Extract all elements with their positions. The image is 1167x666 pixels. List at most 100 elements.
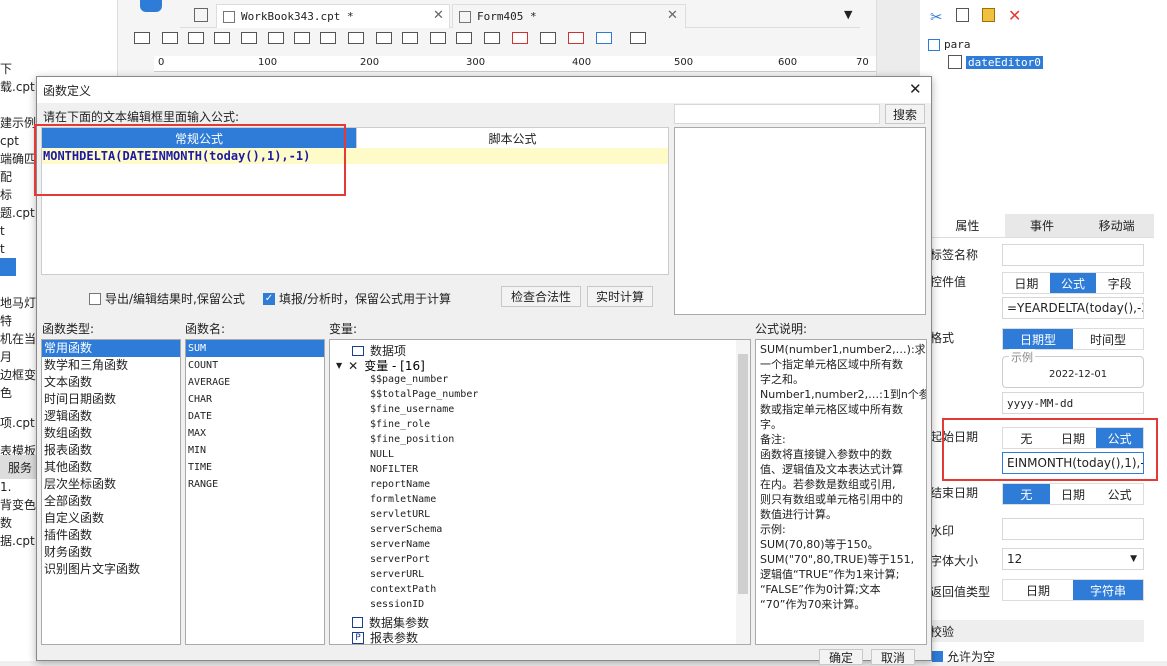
list-item[interactable]: RANGE [186, 476, 324, 493]
tree-leaf[interactable]: NULL [370, 447, 478, 462]
opt-field[interactable]: 字段 [1096, 273, 1143, 293]
tab-mobile[interactable]: 移动端 [1079, 214, 1155, 237]
paste-icon[interactable] [982, 8, 995, 22]
keep-formula-export-option[interactable]: 导出/编辑结果时,保留公式 [89, 290, 245, 307]
checkbox-icon[interactable] [89, 292, 101, 305]
keep-formula-fill-option[interactable]: ✓ 填报/分析时，保留公式用于计算 [263, 290, 451, 307]
left-file-item-selected[interactable] [0, 258, 16, 276]
chevron-down-icon[interactable]: ▼ [336, 361, 342, 370]
widget-icon[interactable] [484, 32, 500, 44]
date-format-field[interactable]: yyyy-MM-dd [1002, 392, 1144, 414]
cancel-button[interactable]: 取消 [871, 649, 915, 665]
realtime-calc-button[interactable]: 实时计算 [587, 286, 653, 307]
tree-leaf[interactable]: $fine_role [370, 417, 478, 432]
list-item[interactable]: 报表函数 [42, 442, 180, 459]
widget-icon[interactable] [188, 32, 204, 44]
widget-icon[interactable] [430, 32, 446, 44]
list-item[interactable]: 全部函数 [42, 493, 180, 510]
widget-icon[interactable] [241, 32, 257, 44]
left-file-item[interactable]: 边框变色 [0, 366, 40, 402]
left-file-item[interactable]: 下载.cpt [0, 60, 40, 96]
tree-leaf[interactable]: contextPath [370, 582, 478, 597]
list-item[interactable]: 数学和三角函数 [42, 357, 180, 374]
list-item[interactable]: DATE [186, 408, 324, 425]
list-item[interactable]: 财务函数 [42, 544, 180, 561]
tree-node-para[interactable]: para [928, 38, 1043, 51]
widget-icon[interactable] [348, 32, 364, 44]
close-icon[interactable]: ✕ [433, 8, 444, 23]
delete-icon[interactable]: ✕ [1008, 6, 1021, 25]
opt-none[interactable]: 无 [1003, 484, 1050, 504]
validate-section-header[interactable]: 校验 [930, 620, 1144, 642]
watermark-field[interactable] [1002, 518, 1144, 540]
left-file-item[interactable]: t [0, 240, 40, 258]
list-item[interactable]: AVERAGE [186, 374, 324, 391]
tab-workbook[interactable]: WorkBook343.cpt * ✕ [216, 4, 450, 28]
check-validity-button[interactable]: 检查合法性 [501, 286, 581, 307]
list-item[interactable]: SUM [186, 340, 324, 357]
tab-form[interactable]: Form405 * ✕ [452, 4, 686, 28]
list-item[interactable]: CHAR [186, 391, 324, 408]
widget-icon[interactable] [540, 32, 556, 44]
opt-date-type[interactable]: 日期型 [1003, 329, 1073, 349]
variable-scrollbar[interactable] [736, 340, 750, 644]
opt-formula[interactable]: 公式 [1096, 484, 1143, 504]
font-size-select[interactable]: 12 ▼ [1002, 548, 1144, 570]
widget-icon[interactable] [294, 32, 310, 44]
tree-leaf[interactable]: serverPort [370, 552, 478, 567]
left-file-item[interactable]: t [0, 222, 40, 240]
widget-icon[interactable] [456, 32, 472, 44]
widget-icon[interactable] [376, 32, 392, 44]
ok-button[interactable]: 确定 [819, 649, 863, 665]
close-icon[interactable]: ✕ [667, 8, 678, 23]
widget-icon[interactable] [162, 32, 178, 44]
tree-node-report-params[interactable]: P 报表参数 [352, 629, 418, 644]
list-item[interactable]: 自定义函数 [42, 510, 180, 527]
search-button[interactable]: 搜索 [885, 104, 925, 124]
tree-leaf[interactable]: serverURL [370, 567, 478, 582]
close-icon[interactable]: ✕ [909, 80, 922, 98]
control-value-switch[interactable]: 日期 公式 字段 [1002, 272, 1144, 294]
list-item[interactable]: 识别图片文字函数 [42, 561, 180, 578]
opt-date[interactable]: 日期 [1003, 580, 1073, 600]
list-item[interactable]: 层次坐标函数 [42, 476, 180, 493]
left-file-item[interactable]: 项.cpt [0, 414, 40, 432]
opt-date[interactable]: 日期 [1003, 273, 1050, 293]
opt-formula[interactable]: 公式 [1049, 273, 1097, 293]
widget-icon[interactable] [630, 32, 646, 44]
tree-leaf[interactable]: reportName [370, 477, 478, 492]
label-name-field[interactable] [1002, 244, 1144, 266]
left-file-item[interactable]: 地马灯特 [0, 294, 40, 330]
list-item[interactable]: 常用函数 [42, 340, 180, 357]
list-item[interactable]: TIME [186, 459, 324, 476]
search-input[interactable] [674, 104, 880, 124]
left-file-item[interactable]: 背变色. [0, 496, 40, 514]
copy-icon[interactable] [956, 8, 969, 22]
list-item[interactable]: MIN [186, 442, 324, 459]
left-file-item[interactable]: 机在当月 [0, 330, 40, 366]
return-type-switch[interactable]: 日期 字符串 [1002, 579, 1144, 601]
server-tab[interactable]: 服务 [0, 455, 40, 479]
tab-script-formula[interactable]: 脚本公式 [356, 128, 668, 148]
widget-icon[interactable] [320, 32, 336, 44]
widget-icon[interactable] [134, 32, 150, 44]
tab-events[interactable]: 事件 [1004, 214, 1080, 237]
tree-leaf[interactable]: servletURL [370, 507, 478, 522]
list-item[interactable]: 其他函数 [42, 459, 180, 476]
list-item[interactable]: 逻辑函数 [42, 408, 180, 425]
checkbox-checked-icon[interactable] [932, 651, 943, 662]
tree-leaf[interactable]: formletName [370, 492, 478, 507]
tree-leaf[interactable]: serverSchema [370, 522, 478, 537]
widget-icon[interactable] [268, 32, 284, 44]
widget-icon[interactable] [214, 32, 230, 44]
opt-date[interactable]: 日期 [1050, 484, 1097, 504]
left-file-item[interactable]: 数据.cpt [0, 514, 40, 550]
list-item[interactable]: 时间日期函数 [42, 391, 180, 408]
list-item[interactable]: MAX [186, 425, 324, 442]
widget-icon[interactable] [596, 32, 612, 44]
list-item[interactable]: 数组函数 [42, 425, 180, 442]
cut-icon[interactable]: ✂ [930, 8, 943, 26]
list-item[interactable]: 插件函数 [42, 527, 180, 544]
format-type-switch[interactable]: 日期型 时间型 [1002, 328, 1144, 350]
opt-string[interactable]: 字符串 [1073, 580, 1143, 600]
